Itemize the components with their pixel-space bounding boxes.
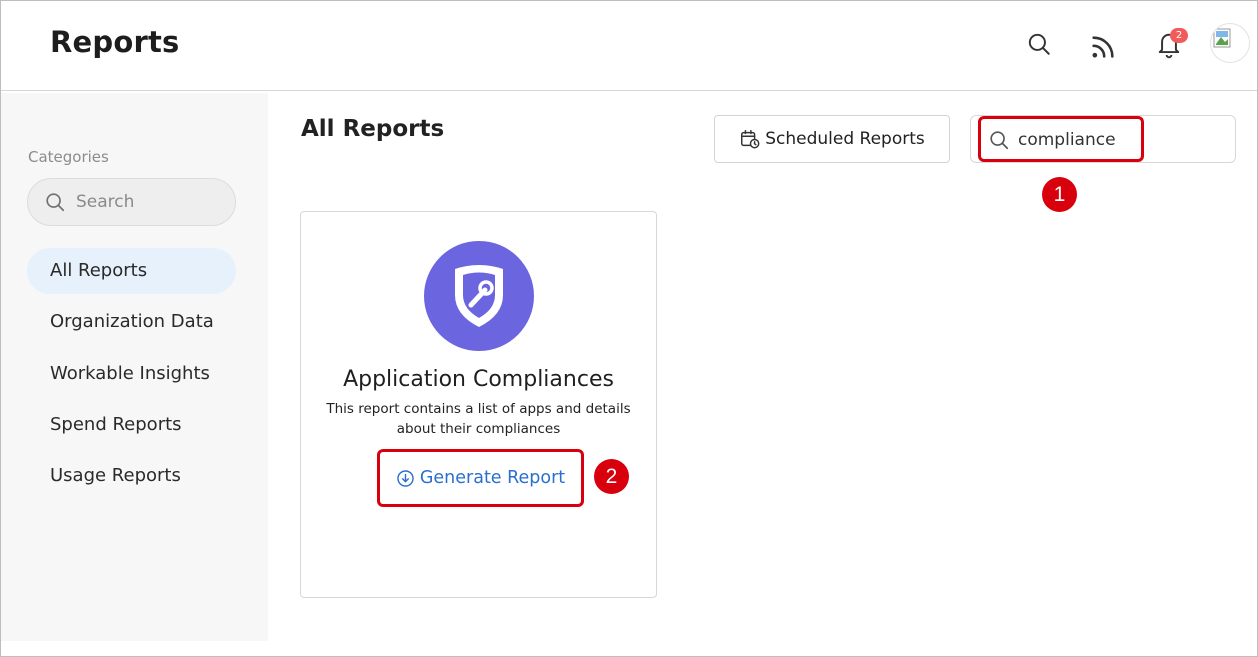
sidebar-item-workable-insights[interactable]: Workable Insights: [27, 351, 236, 397]
search-icon[interactable]: [1022, 27, 1056, 61]
notifications-bell-icon[interactable]: 2: [1152, 27, 1188, 61]
scheduled-reports-label: Scheduled Reports: [765, 129, 925, 149]
generate-report-label: Generate Report: [419, 468, 566, 488]
step-marker-1: 1: [1042, 177, 1077, 212]
section-title: All Reports: [301, 116, 445, 142]
sidebar-item-usage-reports[interactable]: Usage Reports: [27, 453, 236, 499]
category-search-input[interactable]: [76, 192, 226, 212]
report-card-application-compliances[interactable]: Application Compliances This report cont…: [300, 211, 657, 598]
categories-label: Categories: [28, 148, 109, 166]
download-circle-icon: [397, 469, 414, 487]
search-icon: [46, 193, 65, 212]
report-search-input[interactable]: [1018, 127, 1158, 153]
calendar-clock-icon: [741, 130, 760, 149]
search-icon: [990, 131, 1009, 150]
report-card-title: Application Compliances: [343, 367, 614, 392]
generate-report-button[interactable]: Generate Report: [377, 449, 584, 507]
categories-sidebar: Categories All Reports Organization Data…: [1, 93, 268, 641]
category-search-box[interactable]: [27, 178, 236, 226]
sidebar-item-spend-reports[interactable]: Spend Reports: [27, 402, 236, 448]
step-marker-2: 2: [594, 459, 629, 494]
avatar[interactable]: [1210, 23, 1250, 63]
report-card-description: This report contains a list of apps and …: [326, 401, 631, 437]
sidebar-item-organization-data[interactable]: Organization Data: [27, 299, 236, 345]
report-search-box[interactable]: [970, 115, 1236, 163]
notification-badge: 2: [1170, 28, 1188, 43]
rss-feed-icon[interactable]: [1086, 30, 1120, 64]
shield-gauge-icon: [424, 241, 534, 351]
page-title: Reports: [50, 25, 180, 59]
scheduled-reports-button[interactable]: Scheduled Reports: [714, 115, 950, 163]
top-bar: Reports 2: [1, 1, 1257, 91]
sidebar-item-all-reports[interactable]: All Reports: [27, 248, 236, 294]
